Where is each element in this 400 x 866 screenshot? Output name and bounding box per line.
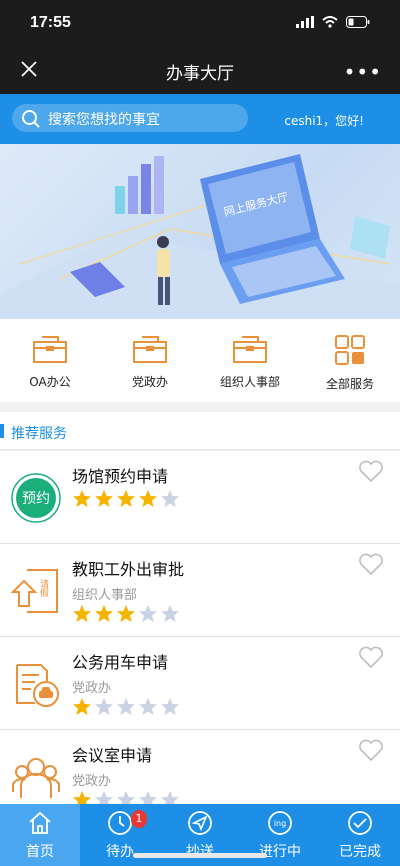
star-filled-icon (73, 490, 91, 507)
rating-stars (72, 604, 180, 624)
quick-item-label: 组织人事部 (219, 375, 280, 389)
star-empty-icon (117, 698, 135, 715)
todo-count-badge: 1 (131, 810, 147, 828)
star-filled-icon (117, 490, 135, 507)
quick-item-oa[interactable]: OA办公 (0, 319, 100, 402)
star-filled-icon (117, 605, 135, 622)
service-name: 场馆预约申请 (72, 467, 169, 486)
user-greeting: ceshi1，您好! (284, 114, 364, 128)
star-empty-icon (139, 605, 157, 622)
clock-icon (108, 811, 132, 835)
leave-form-icon: 请假 (11, 569, 58, 613)
ing-icon: ing (268, 811, 292, 835)
star-filled-icon (95, 490, 113, 507)
folder-icon (133, 336, 167, 363)
tab-label: 待办 (106, 844, 134, 860)
star-filled-icon (139, 490, 157, 507)
status-time: 17:55 (30, 14, 71, 31)
favorite-heart-icon[interactable] (358, 552, 384, 576)
service-department: 组织人事部 (72, 588, 138, 603)
service-name: 会议室申请 (72, 746, 153, 765)
search-input[interactable]: 搜索您想找的事宜 (12, 104, 248, 132)
home-icon (29, 811, 51, 834)
quick-item-dangzheng[interactable]: 党政办 (100, 319, 200, 402)
quick-item-label: 全部服务 (325, 377, 374, 391)
search-bar: 搜索您想找的事宜 ceshi1，您好! (0, 94, 400, 144)
service-row-staff-leave[interactable]: 请假 教职工外出审批 组织人事部 (0, 544, 400, 637)
grid-icon (335, 335, 365, 365)
star-empty-icon (161, 490, 179, 507)
favorite-heart-icon[interactable] (358, 459, 384, 483)
star-empty-icon (161, 698, 179, 715)
quick-item-label: 党政办 (131, 375, 168, 389)
service-name: 教职工外出审批 (72, 560, 185, 579)
nav-bar: 办事大厅 ••• (0, 48, 400, 94)
tab-completed[interactable]: 已完成 (320, 804, 400, 866)
service-row-official-car[interactable]: 公务用车申请 党政办 (0, 637, 400, 730)
folder-icon (33, 336, 67, 363)
favorite-heart-icon[interactable] (358, 738, 384, 762)
tab-label: 首页 (26, 844, 54, 860)
leave-form-text: 请假 (38, 578, 49, 598)
banner-image: 网上服务大厅 (0, 144, 400, 319)
battery-icon (346, 16, 370, 28)
service-department: 党政办 (72, 681, 112, 696)
star-empty-icon (95, 698, 113, 715)
star-empty-icon (161, 605, 179, 622)
meeting-people-icon (12, 758, 60, 798)
quick-item-label: OA办公 (29, 375, 71, 389)
page-title: 办事大厅 (166, 64, 234, 84)
ing-icon-text: ing (274, 819, 286, 828)
section-title: 推荐服务 (11, 426, 67, 442)
send-icon (188, 811, 212, 835)
quick-item-hr[interactable]: 组织人事部 (200, 319, 300, 402)
section-accent-bar (0, 424, 4, 438)
vehicle-request-icon (16, 664, 59, 707)
wifi-icon (322, 16, 338, 28)
star-filled-icon (73, 698, 91, 715)
check-icon (348, 811, 372, 835)
home-indicator (133, 853, 267, 858)
signal-icon (296, 16, 314, 28)
search-icon (22, 110, 40, 128)
star-filled-icon (73, 605, 91, 622)
service-row-venue-booking[interactable]: 预约 场馆预约申请 (0, 451, 400, 544)
tab-home[interactable]: 首页 (0, 804, 80, 866)
recommended-section-header: 推荐服务 (0, 412, 400, 450)
more-menu-button[interactable]: ••• (344, 60, 382, 84)
service-name: 公务用车申请 (72, 653, 169, 672)
quick-entry-row: OA办公 党政办 组织人事部 全部服务 (0, 319, 400, 402)
star-empty-icon (139, 698, 157, 715)
banner-illustration: 网上服务大厅 (0, 154, 400, 319)
service-list: 预约 场馆预约申请 请假 教职工外出审批 组织人事部 公务用车申请 党政办 会议… (0, 451, 400, 823)
folder-icon (233, 336, 267, 363)
status-bar: 17:55 (0, 0, 400, 48)
service-department: 党政办 (72, 774, 112, 789)
booking-badge-text: 预约 (22, 491, 50, 507)
rating-stars (72, 489, 180, 509)
quick-item-all-services[interactable]: 全部服务 (300, 319, 400, 402)
tab-label: 抄送 (186, 844, 214, 860)
rating-stars (72, 697, 180, 717)
star-filled-icon (95, 605, 113, 622)
tab-label: 已完成 (339, 844, 381, 860)
tab-label: 进行中 (259, 844, 301, 860)
booking-badge-icon: 预约 (11, 473, 61, 523)
search-placeholder: 搜索您想找的事宜 (48, 112, 160, 128)
favorite-heart-icon[interactable] (358, 645, 384, 669)
